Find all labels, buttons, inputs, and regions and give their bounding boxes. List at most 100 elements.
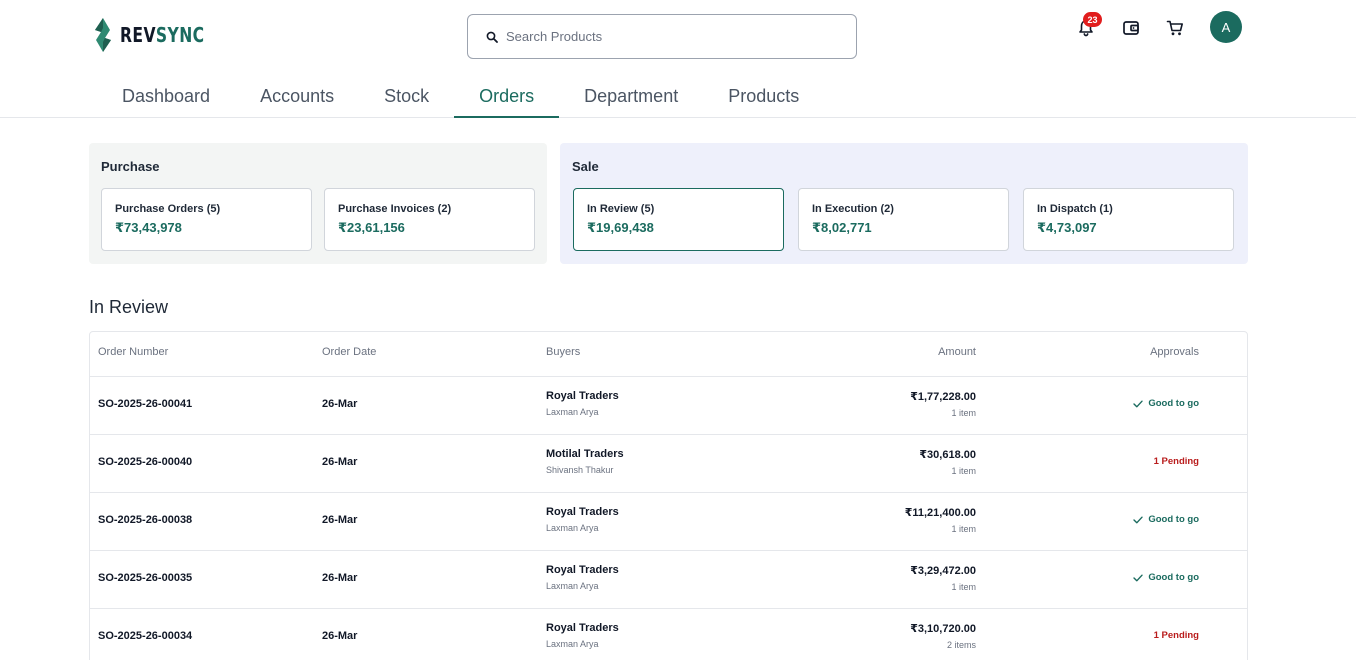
item-count: 1 item — [951, 466, 976, 476]
buyer-cell: Royal Traders Laxman Arya — [546, 506, 619, 533]
approval-label: Good to go — [1148, 514, 1199, 525]
item-count: 1 item — [951, 582, 976, 592]
order-number: SO-2025-26-00034 — [98, 630, 193, 642]
purchase-title: Purchase — [101, 159, 160, 174]
purchase-orders-card[interactable]: Purchase Orders (5) ₹73,43,978 — [101, 188, 312, 251]
column-header-order-number[interactable]: Order Number — [98, 346, 168, 358]
purchase-panel: Purchase Purchase Orders (5) ₹73,43,978 … — [89, 143, 547, 264]
item-count: 2 items — [946, 640, 976, 650]
card-label: Purchase Invoices (2) — [338, 203, 452, 215]
sale-panel: Sale In Review (5) ₹19,69,438 In Executi… — [560, 143, 1248, 264]
search-icon — [486, 31, 498, 43]
check-icon — [1133, 400, 1144, 407]
approval-label: Good to go — [1148, 398, 1199, 409]
order-date: 26-Mar — [322, 514, 358, 526]
buyer-name: Royal Traders — [546, 390, 619, 402]
approval-label: Good to go — [1148, 572, 1199, 583]
revsync-logo-icon — [95, 18, 111, 52]
cart-icon — [1166, 20, 1183, 36]
table-row[interactable]: SO-2025-26-00040 26-Mar Motilal Traders … — [90, 435, 1247, 493]
order-number: SO-2025-26-00035 — [98, 572, 193, 584]
in-execution-card[interactable]: In Execution (2) ₹8,02,771 — [798, 188, 1009, 251]
tab-stock[interactable]: Stock — [359, 74, 454, 118]
wallet-icon — [1123, 21, 1139, 35]
sale-title: Sale — [572, 159, 599, 174]
card-value: ₹19,69,438 — [587, 220, 654, 235]
order-number: SO-2025-26-00038 — [98, 514, 193, 526]
column-header-approvals[interactable]: Approvals — [1150, 346, 1199, 358]
order-number: SO-2025-26-00040 — [98, 456, 193, 468]
order-date: 26-Mar — [322, 398, 358, 410]
main-nav-tabs: Dashboard Accounts Stock Orders Departme… — [97, 74, 824, 118]
wallet-button[interactable] — [1119, 16, 1143, 40]
check-icon — [1133, 574, 1144, 581]
column-header-buyers[interactable]: Buyers — [546, 346, 580, 358]
card-value: ₹4,73,097 — [1037, 220, 1097, 235]
approval-status: 1 Pending — [1154, 456, 1199, 467]
table-row[interactable]: SO-2025-26-00035 26-Mar Royal Traders La… — [90, 551, 1247, 609]
cart-button[interactable] — [1163, 16, 1187, 40]
in-dispatch-card[interactable]: In Dispatch (1) ₹4,73,097 — [1023, 188, 1234, 251]
amount-cell: ₹11,21,400.00 1 item — [905, 506, 976, 534]
buyer-contact: Laxman Arya — [546, 581, 599, 591]
top-header: REVSYNC 23 A Dashboard Accounts S — [0, 0, 1356, 118]
card-value: ₹23,61,156 — [338, 220, 405, 235]
in-review-card[interactable]: In Review (5) ₹19,69,438 — [573, 188, 784, 251]
order-amount: ₹1,77,228.00 — [910, 391, 976, 403]
card-value: ₹8,02,771 — [812, 220, 872, 235]
buyer-name: Royal Traders — [546, 622, 619, 634]
user-avatar[interactable]: A — [1210, 11, 1242, 43]
column-header-order-date[interactable]: Order Date — [322, 346, 376, 358]
tab-dashboard[interactable]: Dashboard — [97, 74, 235, 118]
order-date: 26-Mar — [322, 630, 358, 642]
amount-cell: ₹3,10,720.00 2 items — [910, 622, 976, 650]
amount-cell: ₹3,29,472.00 1 item — [910, 564, 976, 592]
tab-products[interactable]: Products — [703, 74, 824, 118]
order-number: SO-2025-26-00041 — [98, 398, 193, 410]
table-row[interactable]: SO-2025-26-00034 26-Mar Royal Traders La… — [90, 609, 1247, 660]
amount-cell: ₹1,77,228.00 1 item — [910, 390, 976, 418]
purchase-invoices-card[interactable]: Purchase Invoices (2) ₹23,61,156 — [324, 188, 535, 251]
approval-status: Good to go — [1133, 572, 1199, 583]
item-count: 1 item — [951, 408, 976, 418]
tab-accounts[interactable]: Accounts — [235, 74, 359, 118]
buyer-contact: Laxman Arya — [546, 639, 599, 649]
buyer-contact: Laxman Arya — [546, 523, 599, 533]
item-count: 1 item — [951, 524, 976, 534]
tab-orders[interactable]: Orders — [454, 74, 560, 118]
card-label: In Dispatch (1) — [1037, 203, 1113, 215]
section-title: In Review — [89, 297, 169, 317]
card-label: In Execution (2) — [812, 203, 894, 215]
amount-cell: ₹30,618.00 1 item — [919, 448, 976, 476]
order-date: 26-Mar — [322, 572, 358, 584]
buyer-name: Motilal Traders — [546, 448, 624, 460]
order-amount: ₹30,618.00 — [919, 449, 976, 461]
search-box[interactable] — [467, 14, 857, 59]
approval-label: 1 Pending — [1153, 630, 1199, 641]
check-icon — [1133, 516, 1144, 523]
tab-department[interactable]: Department — [559, 74, 703, 118]
approval-status: Good to go — [1133, 398, 1199, 409]
buyer-cell: Royal Traders Laxman Arya — [546, 622, 619, 649]
order-amount: ₹3,29,472.00 — [910, 565, 976, 577]
buyer-cell: Royal Traders Laxman Arya — [546, 390, 619, 417]
order-amount: ₹11,21,400.00 — [904, 507, 976, 519]
brand-logo[interactable]: REVSYNC — [92, 18, 228, 52]
buyer-contact: Shivansh Thakur — [546, 465, 614, 475]
column-header-amount[interactable]: Amount — [938, 346, 976, 358]
buyer-cell: Royal Traders Laxman Arya — [546, 564, 619, 591]
card-value: ₹73,43,978 — [115, 220, 182, 235]
approval-label: 1 Pending — [1153, 456, 1199, 467]
brand-name: REVSYNC — [120, 23, 205, 47]
notification-count-badge: 23 — [1083, 12, 1102, 27]
buyer-name: Royal Traders — [546, 564, 619, 576]
order-date: 26-Mar — [322, 456, 358, 468]
card-label: In Review (5) — [587, 203, 655, 215]
order-amount: ₹3,10,720.00 — [910, 623, 976, 635]
search-input[interactable] — [506, 29, 826, 44]
buyer-cell: Motilal Traders Shivansh Thakur — [546, 448, 624, 475]
table-row[interactable]: SO-2025-26-00041 26-Mar Royal Traders La… — [90, 377, 1247, 435]
table-row[interactable]: SO-2025-26-00038 26-Mar Royal Traders La… — [90, 493, 1247, 551]
table-header: Order Number Order Date Buyers Amount Ap… — [90, 332, 1247, 377]
approval-status: 1 Pending — [1154, 630, 1199, 641]
